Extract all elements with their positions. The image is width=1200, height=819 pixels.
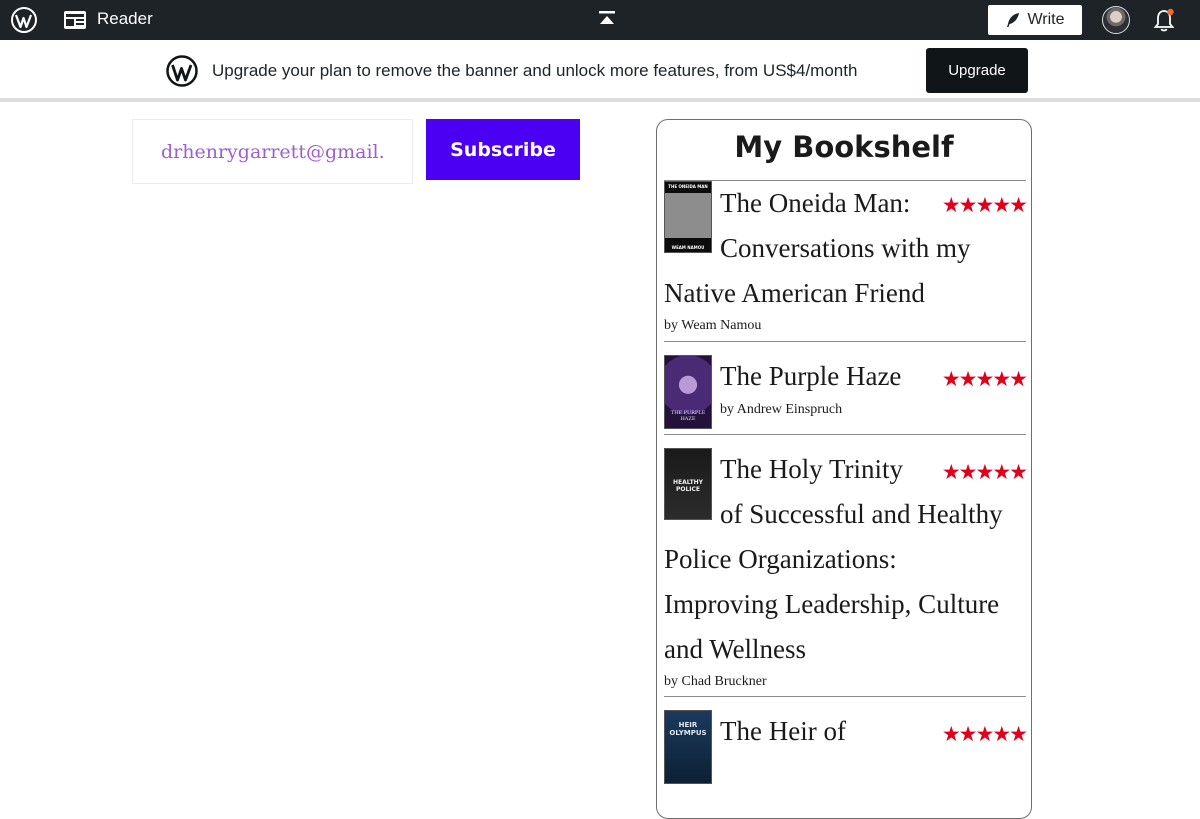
wordpress-logo-icon xyxy=(166,55,198,87)
feather-icon xyxy=(1007,13,1020,27)
book-title-line: The Holy Trinity xyxy=(720,454,904,484)
book-title-line: Native American Friend xyxy=(664,278,925,308)
book-cover[interactable]: THE PURPLE HAZE xyxy=(664,355,712,429)
book-cover[interactable]: HEIR OLYMPUS xyxy=(664,710,712,784)
book-author: by Andrew Einspruch xyxy=(720,402,843,417)
book-author: by Weam Namou xyxy=(664,318,762,333)
write-button-label: Write xyxy=(1027,11,1065,28)
book-title-continued[interactable]: Police Organizations: xyxy=(664,537,897,582)
book-title-line: The Purple Haze xyxy=(720,361,902,391)
book-author: by Chad Bruckner xyxy=(664,674,767,689)
scroll-to-top-icon[interactable] xyxy=(597,10,617,26)
upgrade-banner: Upgrade your plan to remove the banner a… xyxy=(0,40,1200,102)
book-title-continued[interactable]: of Successful and Healthy xyxy=(720,492,1003,537)
cover-text: HEALTHY POLICE xyxy=(672,479,704,493)
book-title[interactable]: The Holy Trinity xyxy=(720,447,903,492)
wordpress-logo-icon[interactable] xyxy=(11,7,37,33)
book-title[interactable]: The Purple Haze xyxy=(720,354,901,399)
upgrade-button[interactable]: Upgrade xyxy=(926,48,1028,93)
book-title-line: Improving Leadership, Culture xyxy=(664,589,1000,619)
bookshelf-title: My Bookshelf xyxy=(734,130,954,164)
rating-stars: ★★★★★ xyxy=(941,722,1028,746)
book-title-line: The Oneida Man: xyxy=(720,188,911,218)
book-cover[interactable]: HEALTHY POLICE xyxy=(664,448,712,520)
book-title-continued[interactable]: and Wellness xyxy=(664,627,806,672)
book-item: HEALTHY POLICE ★★★★★ The Holy Trinity of… xyxy=(664,434,1028,697)
book-item: HEIR OLYMPUS ★★★★★ The Heir of xyxy=(664,696,1028,784)
book-title[interactable]: The Oneida Man: xyxy=(720,181,910,226)
write-button[interactable]: Write xyxy=(988,5,1082,35)
reader-icon[interactable] xyxy=(63,10,87,30)
book-item: THE ONEIDA MAN WEAM NAMOU ★★★★★ The Onei… xyxy=(664,180,1028,342)
user-avatar[interactable] xyxy=(1102,6,1130,34)
book-title-line: The Heir of xyxy=(720,716,846,746)
reader-link[interactable]: Reader xyxy=(97,9,153,29)
book-title-continued[interactable]: Conversations with my xyxy=(720,226,971,271)
book-title-continued[interactable]: Native American Friend xyxy=(664,271,925,316)
cover-text: THE PURPLE HAZE xyxy=(670,410,706,422)
cover-text-bottom: WEAM NAMOU xyxy=(671,245,705,250)
book-cover[interactable]: THE ONEIDA MAN WEAM NAMOU xyxy=(664,181,712,253)
email-input[interactable] xyxy=(133,120,412,183)
book-title[interactable]: The Heir of xyxy=(720,709,846,754)
rating-stars: ★★★★★ xyxy=(941,367,1028,391)
book-title-line: of Successful and Healthy xyxy=(720,499,1003,529)
rating-stars: ★★★★★ xyxy=(941,460,1028,484)
bookshelf-widget: My Bookshelf THE ONEIDA MAN WEAM NAMOU ★… xyxy=(656,119,1032,819)
book-title-continued[interactable]: Improving Leadership, Culture xyxy=(664,582,999,627)
book-item: THE PURPLE HAZE ★★★★★ The Purple Haze by… xyxy=(664,341,1028,435)
cover-text-top: THE ONEIDA MAN xyxy=(668,184,708,189)
cover-text: HEIR OLYMPUS xyxy=(669,721,707,737)
book-title-line: Police Organizations: xyxy=(664,544,897,574)
rating-stars: ★★★★★ xyxy=(941,193,1028,217)
notifications-bell-icon[interactable] xyxy=(1152,7,1176,33)
admin-bar: Reader Write xyxy=(0,0,1200,40)
book-title-line: Conversations with my xyxy=(720,233,971,263)
banner-message: Upgrade your plan to remove the banner a… xyxy=(212,61,858,80)
email-field[interactable] xyxy=(132,119,413,184)
book-title-line: and Wellness xyxy=(664,634,807,664)
subscribe-button[interactable]: Subscribe xyxy=(426,119,580,180)
